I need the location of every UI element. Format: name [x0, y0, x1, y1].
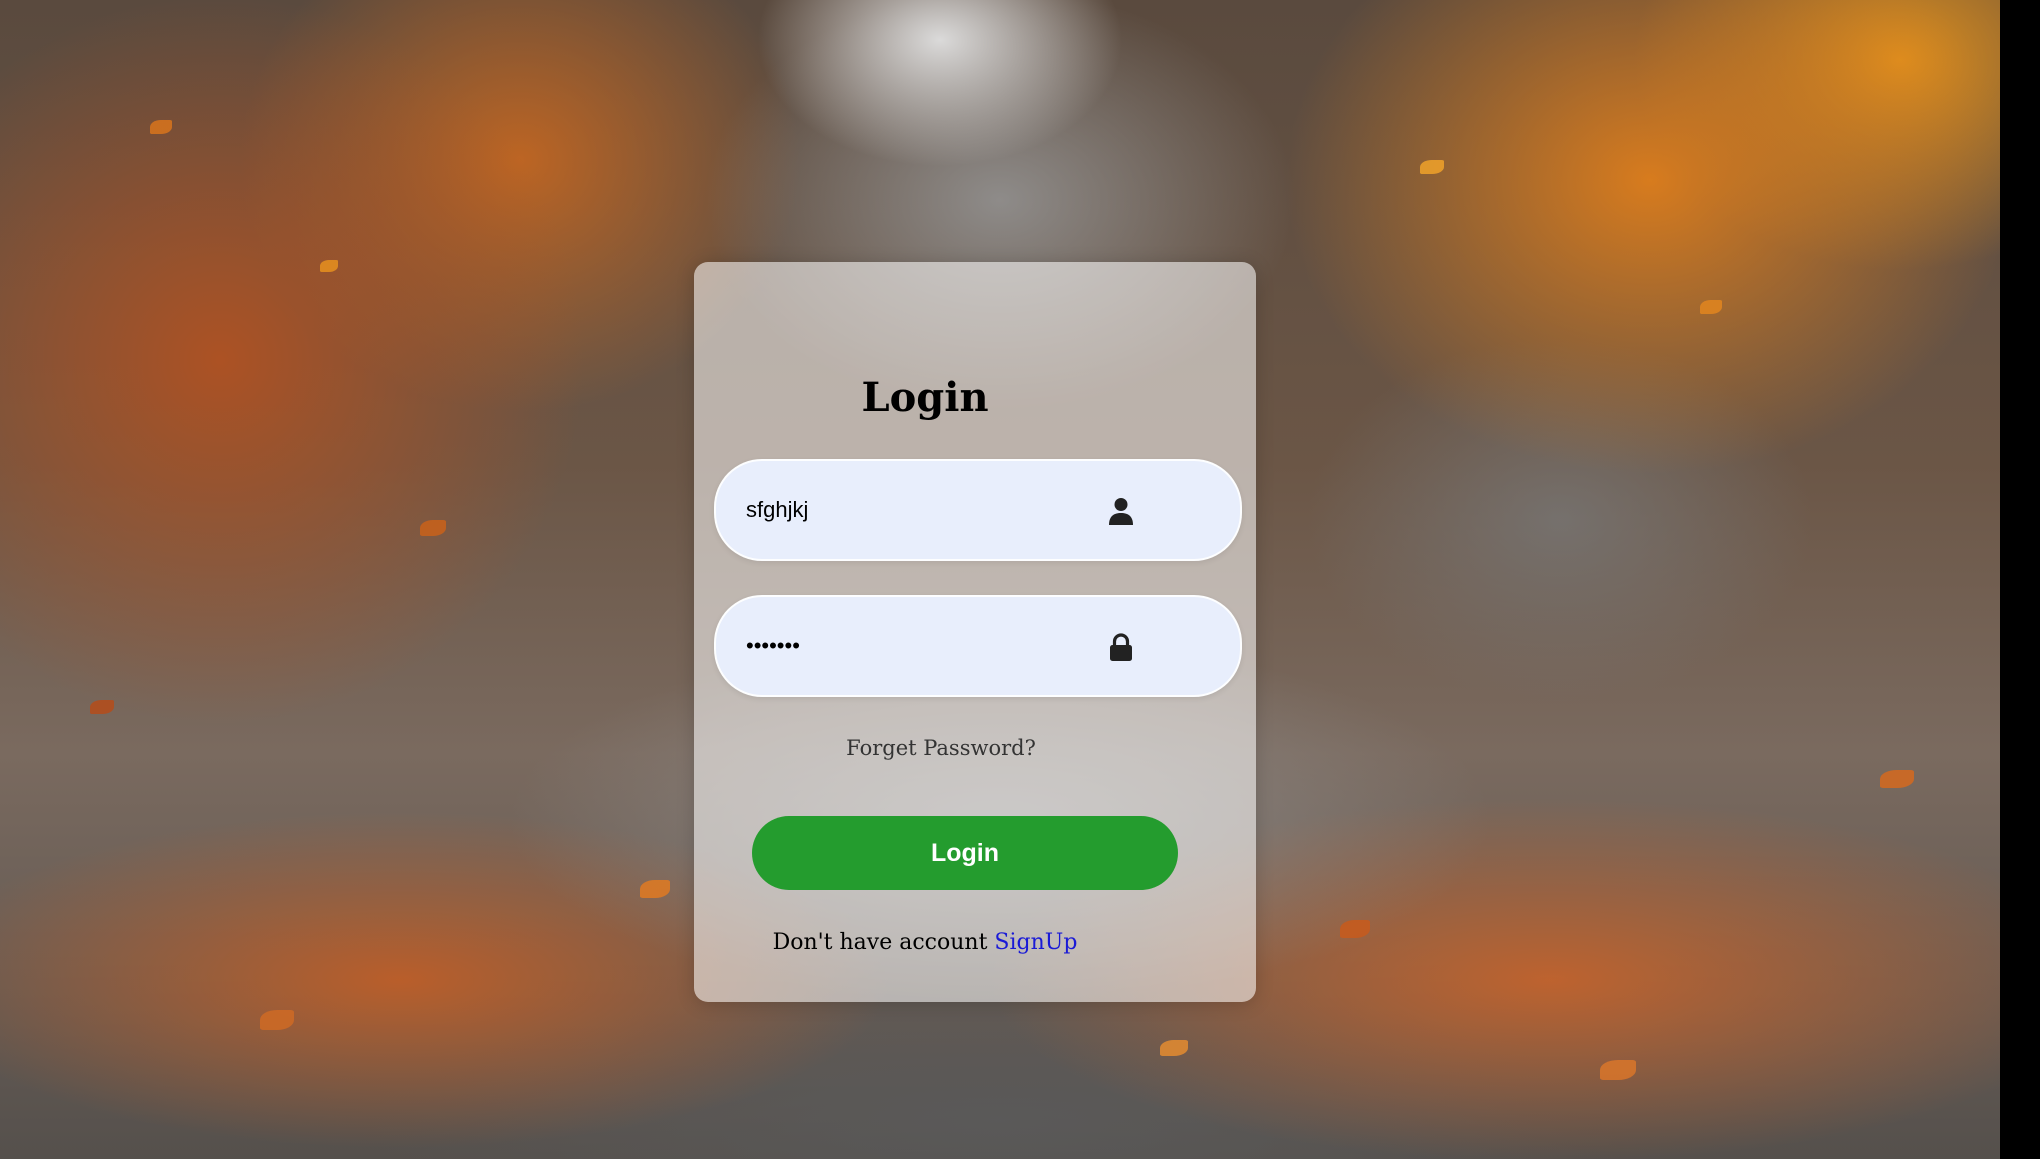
signup-link[interactable]: SignUp [994, 930, 1077, 955]
user-icon [1109, 498, 1133, 525]
lock-icon [1110, 633, 1132, 661]
page-title: Login [861, 374, 989, 421]
username-input[interactable] [746, 461, 1066, 559]
signup-prompt-text: Don't have account [772, 930, 995, 955]
username-field[interactable] [714, 459, 1242, 561]
login-button[interactable]: Login [752, 816, 1178, 890]
password-field[interactable] [714, 595, 1242, 697]
forgot-password-link[interactable]: Forget Password? [694, 736, 1188, 760]
password-input[interactable] [746, 597, 1066, 695]
signup-prompt-row: Don't have account SignUp [694, 930, 1156, 955]
login-card: Login Forget Password? Login Don't have … [694, 262, 1256, 1002]
